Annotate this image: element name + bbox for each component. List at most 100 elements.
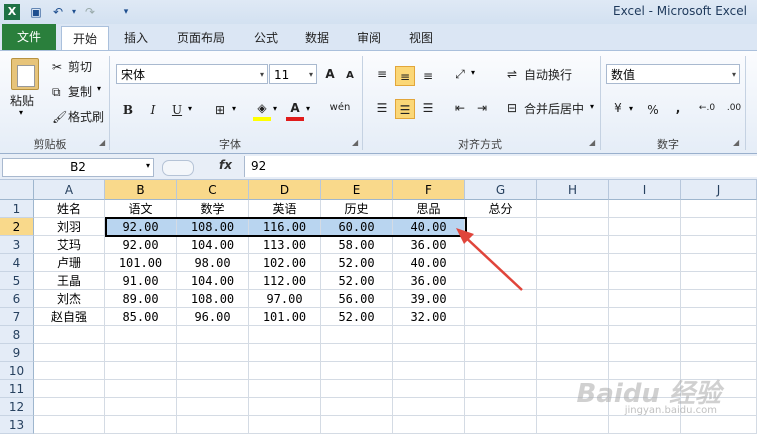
cell-g12[interactable] bbox=[465, 398, 537, 416]
cut-button[interactable]: 剪切 bbox=[68, 58, 92, 76]
cell-d11[interactable] bbox=[249, 380, 321, 398]
cell-i9[interactable] bbox=[609, 344, 681, 362]
cell-i8[interactable] bbox=[609, 326, 681, 344]
cell-d4[interactable]: 102.00 bbox=[249, 254, 321, 272]
cell-i5[interactable] bbox=[609, 272, 681, 290]
borders-icon[interactable]: ⊞ bbox=[210, 100, 230, 120]
cell-a12[interactable] bbox=[34, 398, 105, 416]
column-header-j[interactable]: J bbox=[681, 180, 757, 200]
pinyin-guide-button[interactable]: wén bbox=[326, 98, 354, 118]
paste-dropdown-icon[interactable]: ▾ bbox=[19, 108, 23, 117]
column-header-d[interactable]: D bbox=[249, 180, 321, 200]
cell-g7[interactable] bbox=[465, 308, 537, 326]
cell-j2[interactable] bbox=[681, 218, 757, 236]
cell-c1[interactable]: 数学 bbox=[177, 200, 249, 218]
percent-style-button[interactable]: % bbox=[643, 100, 663, 120]
cell-d12[interactable] bbox=[249, 398, 321, 416]
font-color-dropdown-icon[interactable]: ▾ bbox=[306, 104, 310, 113]
cell-a5[interactable]: 王晶 bbox=[34, 272, 105, 290]
cell-c9[interactable] bbox=[177, 344, 249, 362]
column-header-i[interactable]: I bbox=[609, 180, 681, 200]
merge-dropdown-icon[interactable]: ▾ bbox=[590, 102, 594, 111]
merge-center-button[interactable]: 合并后居中 bbox=[524, 100, 584, 118]
cell-i4[interactable] bbox=[609, 254, 681, 272]
cell-j5[interactable] bbox=[681, 272, 757, 290]
align-middle-icon[interactable]: ≡ bbox=[395, 66, 415, 86]
cell-h8[interactable] bbox=[537, 326, 609, 344]
cell-h2[interactable] bbox=[537, 218, 609, 236]
cell-j4[interactable] bbox=[681, 254, 757, 272]
underline-button[interactable]: U bbox=[167, 100, 187, 120]
row-header-4[interactable]: 4 bbox=[0, 254, 34, 272]
row-header-7[interactable]: 7 bbox=[0, 308, 34, 326]
row-header-12[interactable]: 12 bbox=[0, 398, 34, 416]
cell-e1[interactable]: 历史 bbox=[321, 200, 393, 218]
cell-b13[interactable] bbox=[105, 416, 177, 434]
number-launcher-icon[interactable]: ◢ bbox=[733, 138, 739, 147]
cell-e10[interactable] bbox=[321, 362, 393, 380]
cell-e7[interactable]: 52.00 bbox=[321, 308, 393, 326]
cell-g1[interactable]: 总分 bbox=[465, 200, 537, 218]
font-size-combo[interactable]: 11 ▾ bbox=[269, 64, 317, 84]
cell-b7[interactable]: 85.00 bbox=[105, 308, 177, 326]
row-header-11[interactable]: 11 bbox=[0, 380, 34, 398]
tab-formulas[interactable]: 公式 bbox=[244, 26, 288, 50]
cell-a7[interactable]: 赵自强 bbox=[34, 308, 105, 326]
clipboard-launcher-icon[interactable]: ◢ bbox=[99, 138, 105, 147]
alignment-launcher-icon[interactable]: ◢ bbox=[589, 138, 595, 147]
italic-button[interactable]: I bbox=[143, 100, 163, 120]
wrap-text-button[interactable]: 自动换行 bbox=[524, 66, 572, 84]
cell-c4[interactable]: 98.00 bbox=[177, 254, 249, 272]
cell-e4[interactable]: 52.00 bbox=[321, 254, 393, 272]
cell-i3[interactable] bbox=[609, 236, 681, 254]
cell-d1[interactable]: 英语 bbox=[249, 200, 321, 218]
column-header-e[interactable]: E bbox=[321, 180, 393, 200]
cell-c11[interactable] bbox=[177, 380, 249, 398]
column-header-h[interactable]: H bbox=[537, 180, 609, 200]
font-color-icon[interactable]: A bbox=[285, 98, 305, 118]
cell-b10[interactable] bbox=[105, 362, 177, 380]
format-painter-button[interactable]: 格式刷 bbox=[68, 108, 104, 126]
cell-d6[interactable]: 97.00 bbox=[249, 290, 321, 308]
formula-bar-splitter[interactable] bbox=[162, 160, 194, 176]
cell-i13[interactable] bbox=[609, 416, 681, 434]
row-header-8[interactable]: 8 bbox=[0, 326, 34, 344]
cell-g11[interactable] bbox=[465, 380, 537, 398]
row-header-5[interactable]: 5 bbox=[0, 272, 34, 290]
cell-a6[interactable]: 刘杰 bbox=[34, 290, 105, 308]
cell-b4[interactable]: 101.00 bbox=[105, 254, 177, 272]
cell-d9[interactable] bbox=[249, 344, 321, 362]
cell-i7[interactable] bbox=[609, 308, 681, 326]
cell-a9[interactable] bbox=[34, 344, 105, 362]
row-header-3[interactable]: 3 bbox=[0, 236, 34, 254]
copy-button[interactable]: 复制 bbox=[68, 83, 92, 101]
cell-f8[interactable] bbox=[393, 326, 465, 344]
cell-a10[interactable] bbox=[34, 362, 105, 380]
cell-h7[interactable] bbox=[537, 308, 609, 326]
bold-button[interactable]: B bbox=[118, 100, 138, 120]
cell-f13[interactable] bbox=[393, 416, 465, 434]
cell-j9[interactable] bbox=[681, 344, 757, 362]
cell-h1[interactable] bbox=[537, 200, 609, 218]
cell-i6[interactable] bbox=[609, 290, 681, 308]
cell-h9[interactable] bbox=[537, 344, 609, 362]
customize-toolbar-icon[interactable]: ▾ bbox=[118, 4, 134, 20]
cell-j8[interactable] bbox=[681, 326, 757, 344]
cell-f1[interactable]: 思品 bbox=[393, 200, 465, 218]
cell-d10[interactable] bbox=[249, 362, 321, 380]
cell-c13[interactable] bbox=[177, 416, 249, 434]
cell-h13[interactable] bbox=[537, 416, 609, 434]
cell-d7[interactable]: 101.00 bbox=[249, 308, 321, 326]
underline-dropdown-icon[interactable]: ▾ bbox=[188, 104, 192, 113]
cell-c10[interactable] bbox=[177, 362, 249, 380]
select-all-corner[interactable] bbox=[0, 180, 34, 200]
font-name-combo[interactable]: 宋体 ▾ bbox=[116, 64, 268, 84]
cell-g13[interactable] bbox=[465, 416, 537, 434]
cell-b1[interactable]: 语文 bbox=[105, 200, 177, 218]
cell-i1[interactable] bbox=[609, 200, 681, 218]
accounting-format-icon[interactable]: ¥ bbox=[608, 98, 628, 118]
cell-j6[interactable] bbox=[681, 290, 757, 308]
cell-c5[interactable]: 104.00 bbox=[177, 272, 249, 290]
cell-c12[interactable] bbox=[177, 398, 249, 416]
cell-f9[interactable] bbox=[393, 344, 465, 362]
